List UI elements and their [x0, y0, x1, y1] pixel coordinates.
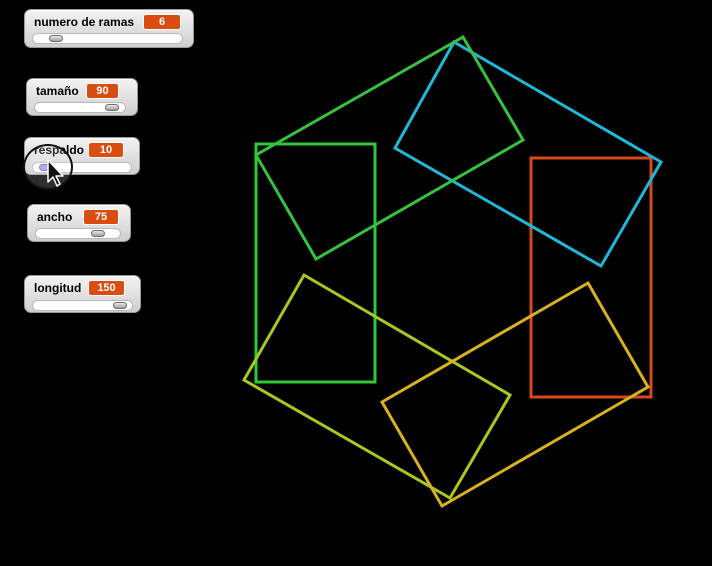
slider-knob[interactable] [49, 35, 63, 42]
rectangle-green-left [254, 142, 377, 384]
rectangle-blue [392, 39, 664, 269]
watcher-value: 150 [88, 280, 125, 296]
rectangle-yellow-green [241, 272, 513, 501]
slider-knob[interactable] [105, 104, 119, 111]
variable-watcher-tamano[interactable]: tamaño 90 [26, 78, 138, 116]
rectangle-yellow [379, 280, 651, 509]
rectangle-green-top [253, 34, 526, 262]
variable-watcher-longitud[interactable]: longitud 150 [24, 275, 141, 313]
variable-watcher-ancho[interactable]: ancho 75 [27, 204, 131, 242]
watcher-label: ancho [37, 210, 73, 224]
slider-track[interactable] [35, 228, 121, 239]
watcher-value: 10 [88, 142, 124, 158]
watcher-label: numero de ramas [34, 15, 135, 29]
watcher-label: longitud [34, 281, 82, 295]
variable-watcher-numero-de-ramas[interactable]: numero de ramas 6 [24, 9, 194, 48]
mouse-pointer-icon [47, 159, 64, 187]
slider-track[interactable] [32, 33, 183, 44]
slider-track[interactable] [32, 300, 133, 311]
slider-knob[interactable] [113, 302, 127, 309]
slider-knob[interactable] [91, 230, 105, 237]
slider-track[interactable] [34, 102, 126, 113]
watcher-label: tamaño [36, 84, 79, 98]
watcher-value: 6 [143, 14, 181, 30]
watcher-value: 90 [86, 83, 119, 99]
watcher-value: 75 [83, 209, 119, 225]
